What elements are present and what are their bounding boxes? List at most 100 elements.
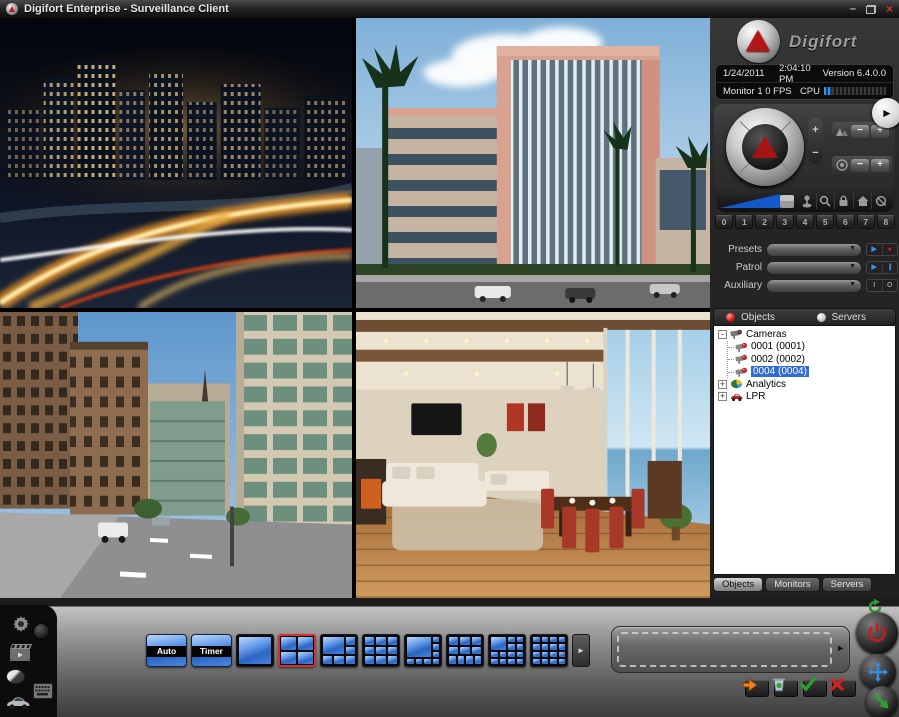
preset-button-2[interactable]: 2: [755, 215, 773, 229]
preset-button-7[interactable]: 7: [857, 215, 875, 229]
preset-record-button[interactable]: ●: [882, 244, 898, 255]
tab-objects[interactable]: Objects: [714, 309, 805, 325]
presets-row: Presets ▶ ●: [714, 242, 898, 257]
joystick-mode-button[interactable]: [798, 193, 816, 209]
delete-button[interactable]: [774, 680, 798, 697]
tree-node-analytics[interactable]: + Analytics: [718, 378, 895, 391]
more-layouts-button[interactable]: ►: [572, 634, 590, 667]
auxiliary-dropdown[interactable]: [766, 279, 862, 293]
presets-dropdown[interactable]: [766, 243, 862, 257]
layout-button-9[interactable]: [362, 634, 400, 667]
patrol-play-button[interactable]: ▶: [867, 262, 882, 273]
panel-tab-objects[interactable]: Objects: [713, 577, 763, 592]
panel-tab-servers[interactable]: Servers: [822, 577, 873, 592]
layout-button-8[interactable]: [404, 634, 442, 667]
layout-button-10[interactable]: [446, 634, 484, 667]
cameras-group-icon: [730, 329, 743, 339]
tree-node-cameras[interactable]: - Cameras: [718, 328, 895, 341]
layout-button-1[interactable]: [236, 634, 274, 667]
preset-number-row: 0 1 2 3 4 5 6 7 8: [715, 215, 895, 229]
tilt-plus-button[interactable]: +: [812, 124, 818, 136]
preset-button-8[interactable]: 8: [877, 215, 895, 229]
tree-item-camera-0002[interactable]: 0002 (0002): [731, 353, 895, 366]
status-monitor: Monitor 1: [723, 86, 765, 97]
status-orb-icon[interactable]: [33, 623, 50, 640]
preset-button-3[interactable]: 3: [776, 215, 794, 229]
virtual-keyboard-icon[interactable]: [33, 683, 53, 699]
settings-gear-icon[interactable]: [10, 613, 32, 635]
video-cell-interior[interactable]: [356, 312, 710, 598]
close-button[interactable]: ×: [886, 4, 893, 14]
video-cell-building[interactable]: [356, 18, 710, 308]
export-button[interactable]: [866, 686, 898, 717]
move-mode-button[interactable]: [860, 654, 896, 690]
lpr-expander[interactable]: +: [718, 392, 727, 401]
cancel-button[interactable]: [832, 680, 856, 697]
restore-button[interactable]: [866, 5, 876, 14]
snapshot-icon[interactable]: [6, 669, 25, 684]
ptz-joystick-knob[interactable]: [742, 124, 788, 170]
panel-tab-bar: Objects Monitors Servers: [713, 577, 872, 592]
sequence-drop-zone[interactable]: ►: [611, 626, 850, 673]
minimize-button[interactable]: –: [850, 4, 856, 14]
media-player-icon[interactable]: [9, 643, 33, 663]
layout-auto-button[interactable]: Auto: [146, 634, 187, 667]
tab-servers[interactable]: Servers: [805, 309, 896, 325]
layout-button-6[interactable]: [320, 634, 358, 667]
video-cell-night-highway[interactable]: [0, 18, 352, 308]
camera-0004-label-selected: 0004 (0004): [751, 366, 809, 377]
preset-button-6[interactable]: 6: [836, 215, 854, 229]
preset-button-5[interactable]: 5: [816, 215, 834, 229]
patrol-pause-button[interactable]: ||: [882, 262, 898, 273]
preset-button-1[interactable]: 1: [735, 215, 753, 229]
power-button[interactable]: [856, 612, 898, 654]
analytics-expander[interactable]: +: [718, 380, 727, 389]
ptz-pointer-button[interactable]: [871, 193, 890, 209]
tree-item-camera-0004[interactable]: 0004 (0004): [731, 366, 895, 379]
ptz-lock-button[interactable]: [834, 193, 853, 209]
app-logo-icon: [6, 3, 18, 15]
object-tree[interactable]: - Cameras 0001 (0001): [713, 325, 896, 575]
trash-icon: [771, 676, 787, 692]
camera-icon: [735, 367, 748, 377]
cameras-expander[interactable]: -: [718, 330, 727, 339]
layout-timer-button[interactable]: Timer: [191, 634, 232, 667]
title-bar[interactable]: Digifort Enterprise - Surveillance Clien…: [0, 0, 899, 18]
ptz-tilt-buttons[interactable]: + −: [808, 118, 823, 164]
iris-plus-button[interactable]: +: [871, 159, 889, 172]
move-arrows-icon: [867, 661, 889, 683]
lpr-tool-icon[interactable]: [5, 695, 31, 711]
zoom-lens-icon: [835, 125, 849, 137]
green-diagonal-arrow-icon: [873, 693, 891, 711]
iris-minus-button[interactable]: −: [851, 159, 869, 172]
tree-node-lpr[interactable]: + LPR: [718, 391, 895, 404]
drop-zone-arrow[interactable]: ►: [836, 643, 845, 653]
zoom-tool-button[interactable]: [816, 193, 835, 209]
layout-button-4-selected[interactable]: [278, 634, 316, 667]
video-cell-street[interactable]: [0, 312, 352, 598]
panel-tab-monitors[interactable]: Monitors: [765, 577, 819, 592]
apply-button[interactable]: [803, 680, 827, 697]
panel-collapse-button[interactable]: ►: [872, 98, 899, 128]
layout-button-16[interactable]: [530, 634, 568, 667]
analytics-label: Analytics: [746, 379, 786, 390]
zoom-minus-button[interactable]: −: [851, 125, 869, 138]
tilt-minus-button[interactable]: −: [812, 147, 818, 159]
move-to-button[interactable]: [745, 680, 769, 697]
speed-slider[interactable]: [720, 193, 798, 209]
lpr-label: LPR: [746, 391, 765, 402]
patrol-dropdown[interactable]: [766, 261, 862, 275]
iris-control-group: − +: [832, 156, 892, 174]
aux-off-button[interactable]: O: [882, 280, 898, 291]
orange-arrow-icon: [742, 676, 758, 692]
preset-button-4[interactable]: 4: [796, 215, 814, 229]
layout-button-13[interactable]: [488, 634, 526, 667]
preset-button-0[interactable]: 0: [715, 215, 733, 229]
tree-item-camera-0001[interactable]: 0001 (0001): [731, 341, 895, 354]
aux-on-button[interactable]: I: [867, 280, 882, 291]
magnifier-icon: [819, 195, 831, 207]
servers-ball-icon: [817, 313, 826, 322]
preset-play-button[interactable]: ▶: [867, 244, 882, 255]
ptz-home-button[interactable]: [853, 193, 872, 209]
ptz-joystick[interactable]: [726, 108, 804, 186]
